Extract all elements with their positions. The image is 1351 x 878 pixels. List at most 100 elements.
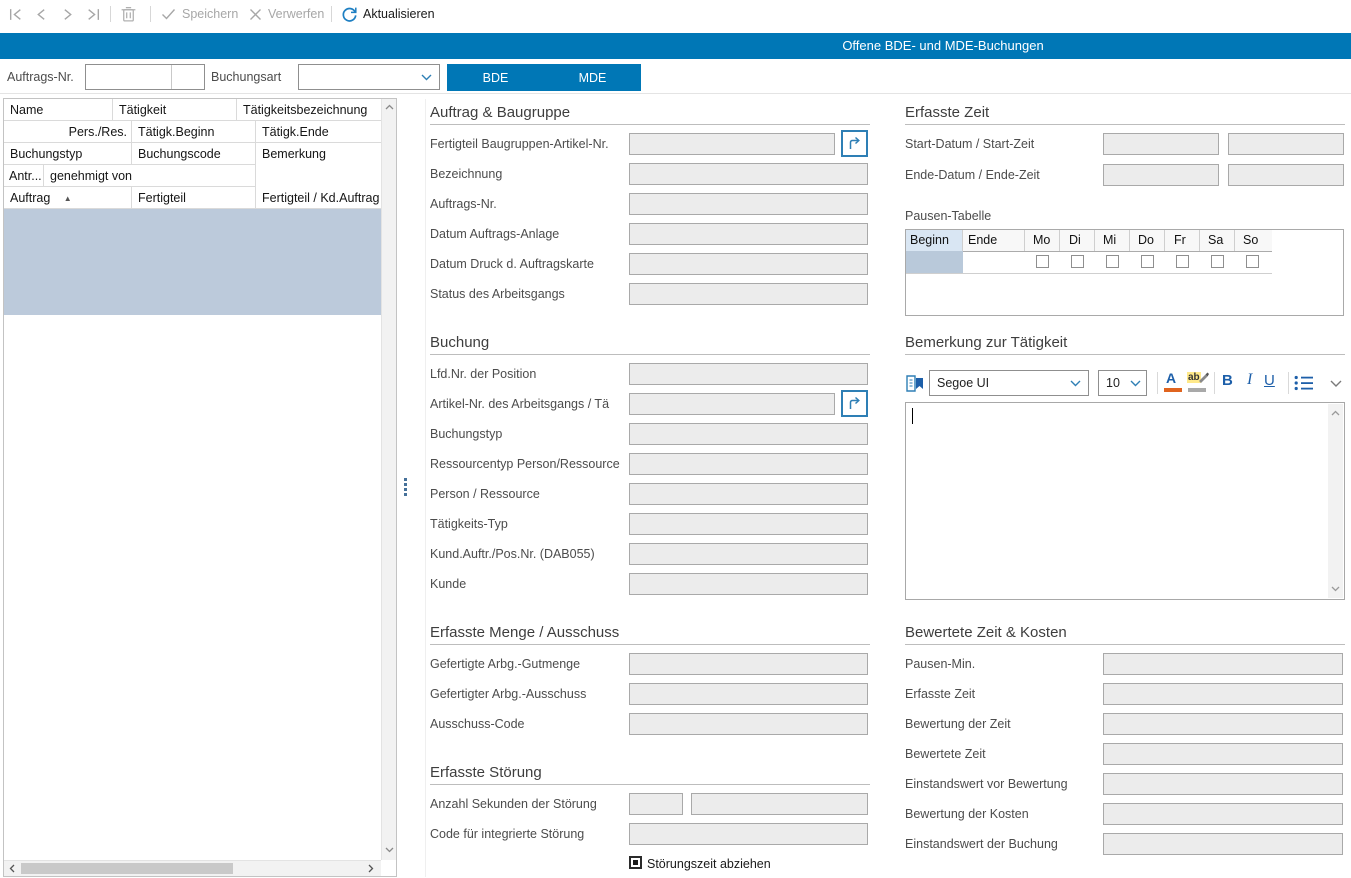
section-title-bewertete-zeit-kosten: Bewertete Zeit & Kosten <box>905 624 1067 641</box>
pausen-header-mi[interactable]: Mi <box>1095 230 1130 251</box>
grid-header-fertigteil-kdauftrag[interactable]: Fertigteil / Kd.Auftrag <box>256 187 381 209</box>
filter-row-divider <box>0 93 1351 94</box>
grid-header-antrag[interactable]: Antr... <box>4 165 44 187</box>
pausen-tabelle: Beginn Ende Mo Di Mi Do Fr Sa So <box>905 229 1344 316</box>
scroll-right-icon[interactable] <box>368 864 374 873</box>
artikel-nr-jump-button[interactable] <box>841 390 868 417</box>
pausen-header-do[interactable]: Do <box>1130 230 1165 251</box>
auftrag-pos-input[interactable] <box>171 65 205 89</box>
pausen-so-checkbox[interactable] <box>1246 255 1259 268</box>
ende-datum-zeit-label: Ende-Datum / Ende-Zeit <box>905 168 1040 182</box>
highlight-color-bar <box>1188 388 1206 392</box>
pausen-header-fr[interactable]: Fr <box>1165 230 1200 251</box>
pausen-row-beginn-cell[interactable] <box>906 251 963 273</box>
next-record-icon[interactable] <box>60 7 75 22</box>
bemerkung-textarea[interactable] <box>905 402 1345 600</box>
start-datum-input <box>1103 133 1219 155</box>
pausen-di-checkbox[interactable] <box>1071 255 1084 268</box>
italic-button[interactable]: I <box>1247 371 1252 389</box>
underline-button[interactable]: U <box>1264 372 1275 389</box>
pausen-header-so[interactable]: So <box>1235 230 1272 251</box>
scroll-left-icon[interactable] <box>9 864 15 873</box>
kundauftr-posnr-label: Kund.Auftr./Pos.Nr. (DAB055) <box>430 547 595 561</box>
highlight-color-button[interactable]: ab <box>1187 370 1209 396</box>
font-size-dropdown[interactable]: 10 <box>1098 370 1147 396</box>
pausen-do-checkbox[interactable] <box>1141 255 1154 268</box>
delete-icon[interactable] <box>120 5 137 23</box>
grid-header-taetigk-ende[interactable]: Tätigk.Ende <box>256 121 381 143</box>
person-ressource-input <box>629 483 868 505</box>
grid-hscroll-thumb[interactable] <box>21 863 233 874</box>
main-toolbar: Speichern Verwerfen Aktualisieren <box>0 0 1351 29</box>
grid-selected-row-area[interactable] <box>4 209 381 315</box>
pausen-header-sa[interactable]: Sa <box>1200 230 1235 251</box>
scroll-up-icon[interactable] <box>385 104 394 110</box>
grid-header-taetigkeit[interactable]: Tätigkeit <box>113 99 237 121</box>
refresh-icon[interactable] <box>341 6 358 23</box>
grid-horizontal-scrollbar[interactable] <box>4 860 381 876</box>
mde-toggle-button[interactable]: MDE <box>544 64 641 91</box>
editor-toolbar-separator <box>1288 372 1289 394</box>
scroll-down-icon[interactable] <box>385 847 394 853</box>
last-record-icon[interactable] <box>86 7 101 22</box>
discard-x-icon[interactable] <box>249 8 262 21</box>
section-title-erfasste-stoerung: Erfasste Störung <box>430 764 542 781</box>
gutmenge-input <box>629 653 868 675</box>
section-rule <box>430 784 870 785</box>
grid-header-buchungstyp[interactable]: Buchungstyp <box>4 143 132 165</box>
pausen-header-ende[interactable]: Ende <box>963 230 1025 251</box>
grid-header-taetigk-beginn[interactable]: Tätigk.Beginn <box>132 121 256 143</box>
font-name-dropdown[interactable]: Segoe UI <box>929 370 1089 396</box>
pausen-header-mo[interactable]: Mo <box>1025 230 1060 251</box>
pausen-mi-checkbox[interactable] <box>1106 255 1119 268</box>
editor-toolbar-separator <box>1157 372 1158 394</box>
previous-record-icon[interactable] <box>34 7 49 22</box>
fertigteil-baugruppen-artikel-input <box>629 133 835 155</box>
auftrag-nr-input-group <box>85 64 205 90</box>
pausen-sa-checkbox[interactable] <box>1211 255 1224 268</box>
auftrag-nr-input[interactable] <box>86 65 170 89</box>
stoerungszeit-abziehen-label: Störungszeit abziehen <box>647 857 771 871</box>
bold-button[interactable]: B <box>1222 372 1233 389</box>
chevron-down-icon <box>421 74 432 81</box>
buchungsart-dropdown[interactable] <box>298 64 440 90</box>
grid-header-bemerkung[interactable]: Bemerkung <box>256 143 381 187</box>
grid-header-fertigteil[interactable]: Fertigteil <box>132 187 256 209</box>
more-formatting-chevron-icon[interactable] <box>1330 380 1342 388</box>
grid-header-taetigkeitsbezeichnung[interactable]: Tätigkeitsbezeichnung <box>237 99 381 121</box>
bde-toggle-button[interactable]: BDE <box>447 64 544 91</box>
pausen-fr-checkbox[interactable] <box>1176 255 1189 268</box>
pausen-header-beginn[interactable]: Beginn <box>906 230 963 251</box>
bullet-list-button[interactable] <box>1294 375 1314 391</box>
bewertete-zeit-label: Bewertete Zeit <box>905 747 986 761</box>
grid-header-genehmigt-von[interactable]: genehmigt von <box>44 165 256 187</box>
fertigteil-jump-button[interactable] <box>841 130 868 157</box>
textarea-scrollbar[interactable] <box>1328 404 1343 598</box>
insert-field-icon[interactable] <box>903 371 927 395</box>
view-title-bar: Offene BDE- und MDE-Buchungen <box>0 33 1351 59</box>
pausen-mo-checkbox[interactable] <box>1036 255 1049 268</box>
refresh-button[interactable]: Aktualisieren <box>363 7 435 21</box>
scroll-up-icon[interactable] <box>1331 410 1340 416</box>
save-button[interactable]: Speichern <box>182 7 238 21</box>
pausen-min-input <box>1103 653 1343 675</box>
grid-header-name[interactable]: Name <box>4 99 113 121</box>
pausen-header-di[interactable]: Di <box>1060 230 1095 251</box>
ausschuss-code-label: Ausschuss-Code <box>430 717 525 731</box>
taetigkeits-typ-input <box>629 513 868 535</box>
discard-button[interactable]: Verwerfen <box>268 7 324 21</box>
grid-header-pers-res[interactable]: Pers./Res. <box>4 121 132 143</box>
panel-splitter-handle[interactable] <box>404 478 408 500</box>
stoerungszeit-abziehen-checkbox[interactable] <box>629 856 642 869</box>
section-rule <box>905 124 1345 125</box>
section-title-bemerkung: Bemerkung zur Tätigkeit <box>905 334 1067 351</box>
jump-arrow-icon <box>847 136 862 151</box>
grid-header-buchungscode[interactable]: Buchungscode <box>132 143 256 165</box>
font-color-button[interactable]: A <box>1163 370 1183 396</box>
grid-header-auftrag[interactable]: Auftrag ▲ <box>4 187 132 209</box>
grid-header-auftrag-label: Auftrag <box>10 191 50 205</box>
save-check-icon[interactable] <box>161 8 176 21</box>
grid-vertical-scrollbar[interactable] <box>381 99 396 860</box>
scroll-down-icon[interactable] <box>1331 586 1340 592</box>
first-record-icon[interactable] <box>8 7 23 22</box>
